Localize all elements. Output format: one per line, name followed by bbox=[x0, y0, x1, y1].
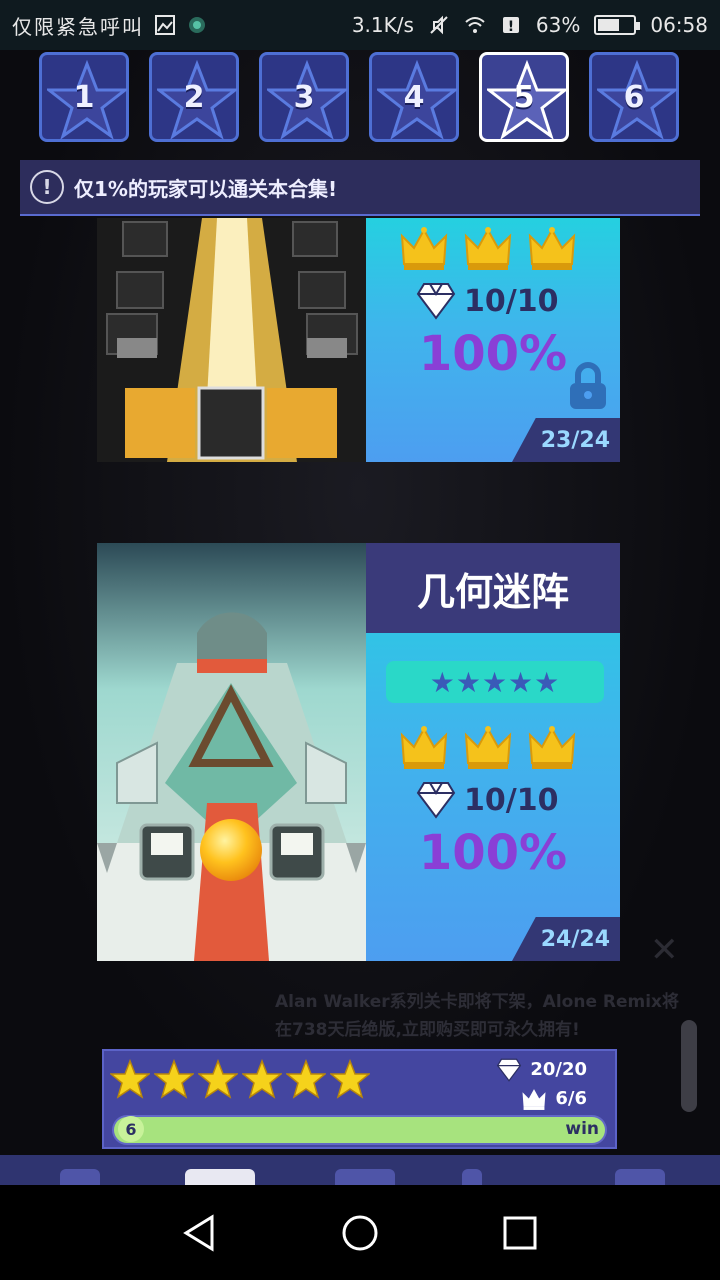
sim-alert-icon: ! bbox=[502, 17, 519, 35]
crown-icon bbox=[400, 227, 448, 270]
mute-icon bbox=[430, 15, 448, 35]
level-count-tag: 24/24 bbox=[512, 917, 620, 961]
tier-tab-4[interactable]: 4 bbox=[369, 52, 459, 142]
level-card[interactable]: 10/10 100% 23/24 bbox=[97, 218, 620, 462]
battery-percent: 63% bbox=[535, 13, 581, 37]
progress-star-icon bbox=[330, 1059, 370, 1099]
tier-number: 6 bbox=[623, 79, 645, 115]
crown-row bbox=[400, 226, 576, 272]
tier-number: 2 bbox=[183, 79, 205, 115]
image-icon bbox=[155, 15, 175, 35]
clock: 06:58 bbox=[650, 13, 708, 37]
gem-count: 10/10 bbox=[464, 283, 559, 319]
gem-row: 10/10 bbox=[416, 282, 558, 320]
tier-number: 5 bbox=[513, 79, 535, 115]
win-label: win bbox=[565, 1119, 599, 1139]
background-ad-text: Alan Walker系列关卡即将下架，Alone Remix将在738天后绝版… bbox=[275, 992, 680, 1040]
crown-icon bbox=[400, 726, 448, 769]
home-nav-icon[interactable] bbox=[60, 1169, 100, 1185]
crown-row bbox=[400, 725, 576, 771]
shop-nav-icon[interactable] bbox=[462, 1169, 482, 1185]
settings-nav-icon[interactable] bbox=[615, 1169, 665, 1185]
level-count-tag: 23/24 bbox=[512, 418, 620, 462]
levels-nav-icon[interactable] bbox=[185, 1169, 255, 1185]
carrier-text: 仅限紧急呼叫 bbox=[12, 14, 144, 39]
level-preview-image bbox=[97, 543, 366, 961]
level-thumbnail bbox=[97, 543, 366, 961]
progress-star-icon bbox=[242, 1059, 282, 1099]
level-card[interactable]: 几何迷阵 ★★★★★ 10/10 100% 24/24 bbox=[97, 543, 620, 961]
status-bar: 仅限紧急呼叫 3.1K/s ! 63% 06:58 bbox=[0, 0, 720, 50]
tier-number: 1 bbox=[73, 79, 95, 115]
progress-star-icon bbox=[286, 1059, 326, 1099]
collection-progress-panel: 20/20 6/6 6 win bbox=[102, 1049, 617, 1149]
wifi-icon bbox=[465, 17, 485, 33]
notice-text: 仅1%的玩家可以通关本合集! bbox=[74, 176, 338, 201]
crown-icon bbox=[528, 227, 576, 270]
lock-icon bbox=[570, 362, 606, 409]
svg-text:!: ! bbox=[508, 19, 514, 35]
recents-icon[interactable] bbox=[500, 1213, 540, 1253]
level-info-panel: 几何迷阵 ★★★★★ 10/10 100% 24/24 bbox=[366, 543, 620, 961]
progress-bar: 6 win bbox=[112, 1115, 607, 1145]
game-bottom-nav bbox=[0, 1155, 720, 1185]
crown-icon bbox=[464, 726, 512, 769]
total-crowns: 6/6 bbox=[555, 1088, 587, 1109]
progress-fill bbox=[114, 1117, 605, 1143]
scrollbar[interactable] bbox=[681, 1020, 697, 1112]
progress-star-icon bbox=[110, 1059, 150, 1099]
progress-star-icon bbox=[198, 1059, 238, 1099]
app-notification-icon bbox=[189, 17, 205, 33]
diamond-icon bbox=[497, 1058, 522, 1082]
total-gems: 20/20 bbox=[530, 1059, 587, 1080]
difficulty-stars: ★★★★★ bbox=[386, 661, 604, 703]
progress-level: 6 bbox=[118, 1116, 144, 1142]
completion-percent: 100% bbox=[418, 825, 568, 881]
back-icon[interactable] bbox=[180, 1213, 220, 1253]
network-speed: 3.1K/s bbox=[351, 13, 414, 37]
level-preview-image bbox=[97, 218, 366, 462]
tier-tab-6[interactable]: 6 bbox=[589, 52, 679, 142]
level-title: 几何迷阵 bbox=[366, 543, 620, 633]
notice-bar: ! 仅1%的玩家可以通关本合集! bbox=[20, 160, 700, 216]
tier-tab-1[interactable]: 1 bbox=[39, 52, 129, 142]
gem-count: 10/10 bbox=[464, 782, 559, 818]
music-nav-icon[interactable] bbox=[335, 1169, 395, 1185]
background-close-icon: ✕ bbox=[650, 930, 679, 970]
battery-icon bbox=[594, 15, 641, 35]
system-nav-bar bbox=[0, 1185, 720, 1280]
progress-star-icon bbox=[154, 1059, 194, 1099]
info-icon: ! bbox=[30, 170, 64, 204]
tier-tab-3[interactable]: 3 bbox=[259, 52, 349, 142]
level-info-panel: 10/10 100% 23/24 bbox=[366, 218, 620, 462]
tier-number: 3 bbox=[293, 79, 315, 115]
home-icon[interactable] bbox=[340, 1213, 380, 1253]
tier-tab-5[interactable]: 5 bbox=[479, 52, 569, 142]
tier-number: 4 bbox=[403, 79, 425, 115]
crown-icon bbox=[522, 1088, 546, 1110]
crown-icon bbox=[464, 227, 512, 270]
level-thumbnail bbox=[97, 218, 366, 462]
tier-tab-2[interactable]: 2 bbox=[149, 52, 239, 142]
diamond-icon bbox=[416, 283, 456, 320]
diamond-icon bbox=[416, 782, 456, 819]
progress-stars bbox=[110, 1059, 370, 1099]
gem-row: 10/10 bbox=[416, 781, 558, 819]
tier-tabs: 1 2 3 4 5 6 bbox=[39, 52, 679, 142]
crown-icon bbox=[528, 726, 576, 769]
progress-stats: 20/20 6/6 bbox=[496, 1055, 587, 1113]
